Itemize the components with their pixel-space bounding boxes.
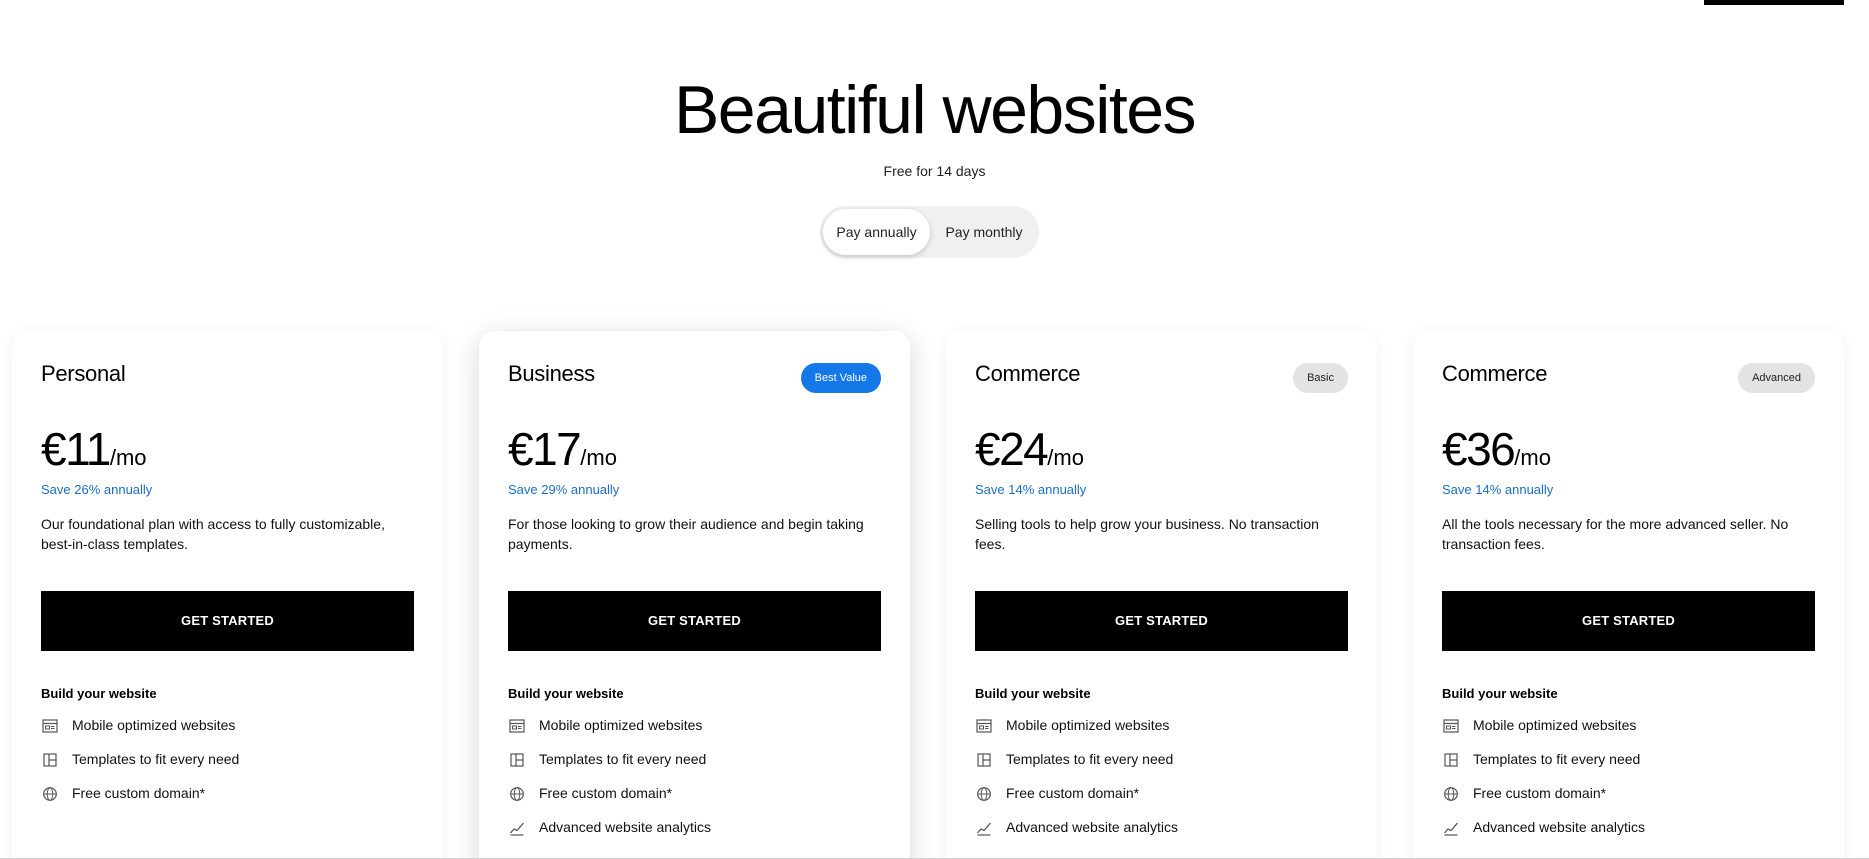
tier-badge: Advanced: [1738, 363, 1815, 393]
list-item: Advanced website analytics: [508, 817, 881, 851]
feature-label: Advanced website analytics: [1473, 819, 1645, 835]
tier-badge: Basic: [1293, 363, 1348, 393]
plan-price: €11/mo: [41, 423, 147, 487]
feature-list: Mobile optimized websites Templates to f…: [1442, 715, 1815, 851]
feature-label: Templates to fit every need: [72, 751, 240, 767]
list-item: Templates to fit every need: [508, 749, 881, 783]
feature-label: Free custom domain*: [539, 785, 673, 801]
plan-name: Business: [508, 361, 595, 386]
globe-icon: [42, 786, 58, 802]
annual-savings: Save 26% annually: [41, 482, 153, 497]
list-item: Free custom domain*: [508, 783, 881, 817]
plan-description: Selling tools to help grow your business…: [975, 516, 1319, 552]
list-item: Mobile optimized websites: [1442, 715, 1815, 749]
pricing-cards: Personal €11/mo Save 26% annually Our fo…: [12, 331, 1844, 859]
plan-price: €17/mo: [508, 423, 617, 487]
price-amount: €11: [41, 423, 111, 475]
get-started-button[interactable]: GET STARTED: [975, 591, 1348, 651]
price-unit: /mo: [580, 445, 617, 470]
plan-price: €36/mo: [1442, 423, 1551, 487]
analytics-trend-icon: [509, 820, 525, 836]
feature-label: Mobile optimized websites: [72, 717, 236, 733]
feature-list: Mobile optimized websites Templates to f…: [975, 715, 1348, 851]
list-item: Free custom domain*: [1442, 783, 1815, 817]
globe-icon: [976, 786, 992, 802]
feature-section-heading: Build your website: [1442, 686, 1558, 701]
list-item: Advanced website analytics: [1442, 817, 1815, 851]
analytics-trend-icon: [976, 820, 992, 836]
plan-card-personal: Personal €11/mo Save 26% annually Our fo…: [12, 331, 443, 859]
price-unit: /mo: [1514, 445, 1551, 470]
plan-card-commerce-basic: Commerce Basic €24/mo Save 14% annually …: [946, 331, 1377, 859]
feature-label: Mobile optimized websites: [539, 717, 703, 733]
plan-description: Our foundational plan with access to ful…: [41, 516, 385, 552]
best-value-badge: Best Value: [800, 363, 881, 393]
price-unit: /mo: [109, 445, 147, 470]
plan-description: All the tools necessary for the more adv…: [1442, 516, 1789, 552]
annual-savings: Save 14% annually: [975, 482, 1087, 497]
billing-period-toggle[interactable]: Pay annually Pay monthly: [820, 206, 1039, 258]
feature-label: Advanced website analytics: [539, 819, 711, 835]
list-item: Mobile optimized websites: [975, 715, 1348, 749]
feature-label: Free custom domain*: [72, 785, 206, 801]
plan-price: €24/mo: [975, 423, 1084, 487]
templates-layout-icon: [42, 752, 58, 768]
browser-window-icon: [42, 718, 58, 734]
price-amount: €36: [1442, 423, 1516, 475]
plan-card-business: Business Best Value €17/mo Save 29% annu…: [479, 331, 910, 859]
plan-name: Commerce: [975, 361, 1081, 386]
pricing-page: Beautiful websites Free for 14 days Pay …: [0, 0, 1869, 859]
feature-label: Templates to fit every need: [1473, 751, 1641, 767]
feature-label: Mobile optimized websites: [1006, 717, 1170, 733]
annual-savings: Save 29% annually: [508, 482, 620, 497]
plan-description: For those looking to grow their audience…: [508, 516, 864, 552]
plan-name: Commerce: [1442, 361, 1548, 386]
browser-window-icon: [1443, 718, 1459, 734]
top-nav-button-edge[interactable]: [1704, 0, 1844, 5]
plan-card-commerce-advanced: Commerce Advanced €36/mo Save 14% annual…: [1413, 331, 1844, 859]
annual-savings: Save 14% annually: [1442, 482, 1554, 497]
analytics-trend-icon: [1443, 820, 1459, 836]
feature-section-heading: Build your website: [508, 686, 624, 701]
feature-list: Mobile optimized websites Templates to f…: [41, 715, 414, 817]
globe-icon: [509, 786, 525, 802]
feature-label: Templates to fit every need: [1006, 751, 1174, 767]
browser-window-icon: [976, 718, 992, 734]
feature-label: Advanced website analytics: [1006, 819, 1178, 835]
globe-icon: [1443, 786, 1459, 802]
list-item: Mobile optimized websites: [41, 715, 414, 749]
pay-annually-option[interactable]: Pay annually: [823, 209, 930, 255]
list-item: Templates to fit every need: [1442, 749, 1815, 783]
list-item: Free custom domain*: [975, 783, 1348, 817]
feature-section-heading: Build your website: [41, 686, 157, 701]
trial-subtitle: Free for 14 days: [883, 163, 986, 179]
feature-label: Free custom domain*: [1473, 785, 1607, 801]
feature-label: Templates to fit every need: [539, 751, 707, 767]
plan-name: Personal: [41, 361, 126, 386]
list-item: Free custom domain*: [41, 783, 414, 817]
templates-layout-icon: [976, 752, 992, 768]
list-item: Templates to fit every need: [975, 749, 1348, 783]
get-started-button[interactable]: GET STARTED: [508, 591, 881, 651]
price-amount: €17: [508, 423, 582, 475]
get-started-button[interactable]: GET STARTED: [1442, 591, 1815, 651]
price-unit: /mo: [1047, 445, 1084, 470]
feature-label: Mobile optimized websites: [1473, 717, 1637, 733]
feature-list: Mobile optimized websites Templates to f…: [508, 715, 881, 851]
list-item: Templates to fit every need: [41, 749, 414, 783]
feature-label: Free custom domain*: [1006, 785, 1140, 801]
templates-layout-icon: [509, 752, 525, 768]
templates-layout-icon: [1443, 752, 1459, 768]
list-item: Advanced website analytics: [975, 817, 1348, 851]
feature-section-heading: Build your website: [975, 686, 1091, 701]
pay-monthly-option[interactable]: Pay monthly: [934, 209, 1034, 255]
price-amount: €24: [975, 423, 1049, 475]
page-title: Beautiful websites: [673, 72, 1197, 148]
browser-window-icon: [509, 718, 525, 734]
list-item: Mobile optimized websites: [508, 715, 881, 749]
get-started-button[interactable]: GET STARTED: [41, 591, 414, 651]
